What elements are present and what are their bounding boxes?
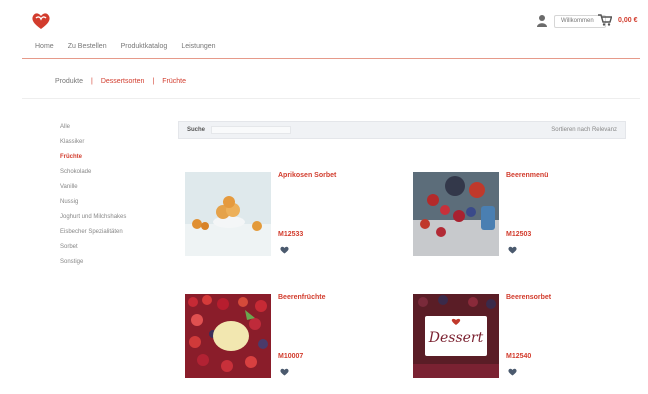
breadcrumb-item[interactable]: Dessertsorten [101, 78, 145, 85]
sidebar-item-vanilla[interactable]: Vanille [60, 180, 170, 195]
heart-icon[interactable] [280, 368, 289, 376]
cart[interactable]: 0,00 € [598, 14, 637, 26]
nav-item-catalog[interactable]: Produktkatalog [121, 43, 168, 50]
breadcrumb-item[interactable]: Produkte [55, 78, 83, 85]
sidebar-item-classics[interactable]: Klassiker [60, 135, 170, 150]
product-sku: M10007 [278, 353, 304, 360]
product-sku: M12503 [506, 231, 532, 238]
product-name[interactable]: Beerensorbet [506, 294, 551, 301]
product-sku: M12533 [278, 231, 304, 238]
site-header: Willkommen 0,00 € Home Zu Bestellen Prod… [0, 0, 648, 62]
sidebar-item-all[interactable]: Alle [60, 120, 170, 135]
product-image[interactable]: Dessert [413, 294, 499, 378]
nav-item-order[interactable]: Zu Bestellen [68, 43, 107, 50]
sidebar-item-yogurt-shakes[interactable]: Joghurt und Milchshakes [60, 210, 170, 225]
dessert-label: Dessert [428, 330, 484, 346]
product-image[interactable] [185, 172, 271, 256]
nav-divider [22, 58, 640, 59]
breadcrumb-current: Früchte [162, 78, 186, 85]
nav-item-services[interactable]: Leistungen [181, 43, 215, 50]
brand-logo[interactable] [30, 10, 52, 32]
cart-icon[interactable] [598, 14, 612, 26]
product-card[interactable]: Beerenfrüchte M10007 [185, 294, 385, 384]
sidebar-item-sundaes[interactable]: Eisbecher Spezialitäten [60, 225, 170, 240]
search-input[interactable] [211, 126, 292, 134]
product-name[interactable]: Aprikosen Sorbet [278, 172, 336, 179]
product-card[interactable]: Dessert Beerensorbet M12540 [413, 294, 613, 384]
product-image[interactable] [413, 172, 499, 256]
search-label: Suche [187, 127, 206, 133]
heart-icon[interactable] [280, 246, 289, 254]
product-sku: M12540 [506, 353, 532, 360]
sidebar-item-other[interactable]: Sonstige [60, 255, 170, 270]
sidebar-item-fruits[interactable]: Früchte [60, 150, 170, 165]
nav-item-home[interactable]: Home [35, 43, 54, 50]
product-card[interactable]: Aprikosen Sorbet M12533 [185, 172, 385, 262]
main-nav: Home Zu Bestellen Produktkatalog Leistun… [35, 43, 216, 50]
breadcrumb-divider [22, 98, 640, 99]
sidebar-item-chocolate[interactable]: Schokolade [60, 165, 170, 180]
sidebar-item-nutty[interactable]: Nussig [60, 195, 170, 210]
heart-icon[interactable] [508, 368, 517, 376]
category-sidebar: Alle Klassiker Früchte Schokolade Vanill… [60, 120, 170, 270]
product-card[interactable]: Beerenmenü M12503 [413, 172, 613, 262]
breadcrumb-separator: | [152, 78, 155, 85]
user-menu[interactable]: Willkommen [536, 14, 606, 28]
heart-icon[interactable] [508, 246, 517, 254]
user-icon [537, 15, 547, 27]
product-image[interactable] [185, 294, 271, 378]
breadcrumb-separator: | [91, 78, 93, 85]
sidebar-item-sorbet[interactable]: Sorbet [60, 240, 170, 255]
product-toolbar: Suche Sortieren nach Relevanz [178, 121, 626, 139]
sort-select[interactable]: Sortieren nach Relevanz [551, 127, 617, 133]
product-name[interactable]: Beerenmenü [506, 172, 548, 179]
cart-amount: 0,00 € [618, 16, 638, 24]
product-name[interactable]: Beerenfrüchte [278, 294, 325, 301]
breadcrumb: Produkte | Dessertsorten | Früchte [55, 78, 186, 85]
